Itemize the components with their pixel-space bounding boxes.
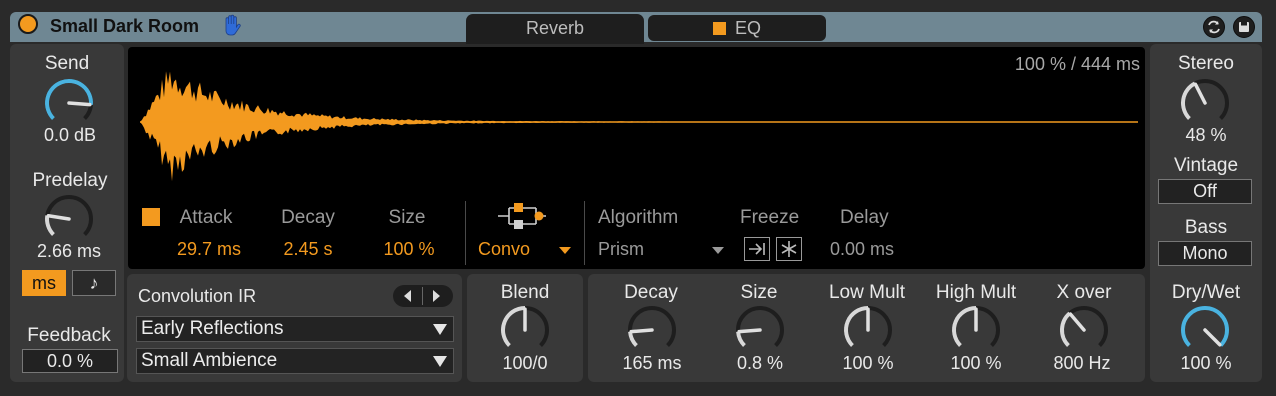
previous-ir-icon[interactable]: [404, 290, 411, 302]
next-ir-icon[interactable]: [433, 290, 440, 302]
attack-label: Attack: [179, 207, 233, 228]
stereo-knob[interactable]: [1176, 75, 1234, 129]
feedback-label: Feedback: [27, 325, 111, 346]
feedback-field[interactable]: 0.0 %: [22, 349, 118, 373]
tab-reverb[interactable]: Reverb: [466, 14, 644, 44]
snowflake-icon: [781, 241, 797, 257]
device-power-button[interactable]: [18, 14, 38, 34]
convolution-ir-label: Convolution IR: [138, 286, 257, 306]
send-label: Send: [44, 53, 90, 74]
tab-eq[interactable]: EQ: [648, 15, 826, 41]
reverb-device: Small Dark Room Reverb EQ Send 0.0 dB Pr…: [0, 0, 1276, 396]
stereo-label: Stereo: [1178, 53, 1234, 74]
send-knob[interactable]: [40, 75, 98, 129]
device-name[interactable]: Small Dark Room: [50, 16, 199, 37]
note-icon: ♪: [89, 273, 99, 293]
predelay-ms-button[interactable]: ms: [22, 270, 66, 296]
decay-label: Decay: [281, 207, 335, 228]
high-mult-label: High Mult: [935, 282, 1017, 303]
ir-file-dropdown[interactable]: Small Ambience: [136, 348, 454, 374]
algorithm-chevron-down-icon[interactable]: [712, 247, 724, 254]
separator: [422, 287, 423, 305]
delay-label: Delay: [840, 207, 889, 228]
ir-category-dropdown[interactable]: Early Reflections: [136, 316, 454, 342]
send-value[interactable]: 0.0 dB: [10, 125, 130, 146]
eq-enable-icon[interactable]: [712, 22, 726, 35]
dry-wet-value[interactable]: 100 %: [1150, 353, 1262, 374]
algorithm-value[interactable]: Prism: [598, 239, 644, 260]
chevron-down-icon: [433, 324, 447, 335]
blend-value[interactable]: 100/0: [467, 353, 583, 374]
predelay-label: Predelay: [32, 170, 108, 191]
diffusion-decay-label: Decay: [624, 282, 678, 303]
freeze-label: Freeze: [740, 207, 800, 228]
blend-knob[interactable]: [496, 302, 554, 356]
delay-value[interactable]: 0.00 ms: [830, 239, 894, 260]
predelay-knob[interactable]: [40, 191, 98, 245]
stereo-value[interactable]: 48 %: [1150, 125, 1262, 146]
swap-icon: [1208, 20, 1220, 34]
predelay-sync-button[interactable]: ♪: [72, 270, 116, 296]
freeze-button[interactable]: [776, 237, 802, 261]
mode-chevron-down-icon[interactable]: [559, 247, 571, 254]
envelope-enable-toggle[interactable]: [142, 208, 160, 226]
blend-label: Blend: [500, 282, 550, 303]
attack-value[interactable]: 29.7 ms: [162, 239, 256, 260]
ir-nav: [393, 285, 453, 307]
vintage-label: Vintage: [1173, 155, 1239, 176]
separator: [584, 201, 585, 265]
ir-category-value: Early Reflections: [141, 318, 284, 339]
xover-value[interactable]: 800 Hz: [1042, 353, 1122, 374]
algorithm-label: Algorithm: [598, 207, 679, 228]
size-value[interactable]: 100 %: [367, 239, 451, 260]
bass-label: Bass: [1184, 217, 1228, 238]
predelay-value[interactable]: 2.66 ms: [10, 241, 128, 262]
impulse-response-waveform: [140, 71, 1138, 182]
freeze-in-button[interactable]: [744, 237, 770, 261]
separator: [465, 201, 466, 265]
waveform-shape: [140, 71, 1138, 182]
xover-knob[interactable]: [1055, 302, 1113, 356]
low-mult-value[interactable]: 100 %: [828, 353, 908, 374]
arrow-into-icon: [749, 243, 765, 255]
chevron-down-icon: [433, 356, 447, 367]
waveform-display: [128, 47, 1145, 269]
save-preset-button[interactable]: [1233, 16, 1255, 38]
mode-value[interactable]: Convo: [478, 239, 540, 260]
save-icon: [1239, 22, 1249, 32]
diffusion-decay-knob[interactable]: [623, 302, 681, 356]
dry-wet-knob[interactable]: [1176, 302, 1234, 356]
vintage-select[interactable]: Off: [1158, 179, 1252, 204]
low-mult-knob[interactable]: [839, 302, 897, 356]
ir-length-readout: 100 % / 444 ms: [1014, 54, 1140, 74]
high-mult-knob[interactable]: [947, 302, 1005, 356]
bass-mono-toggle[interactable]: Mono: [1158, 241, 1252, 266]
diffusion-decay-value[interactable]: 165 ms: [612, 353, 692, 374]
tab-eq-label: EQ: [734, 18, 761, 38]
hot-swap-button[interactable]: [1203, 16, 1225, 38]
decay-value[interactable]: 2.45 s: [268, 239, 348, 260]
dry-wet-label: Dry/Wet: [1171, 282, 1241, 303]
low-mult-label: Low Mult: [828, 282, 906, 303]
hand-icon: [225, 14, 241, 36]
ir-file-value: Small Ambience: [141, 350, 278, 371]
size-label: Size: [388, 207, 426, 228]
high-mult-value[interactable]: 100 %: [936, 353, 1016, 374]
diffusion-size-label: Size: [740, 282, 778, 303]
diffusion-size-value[interactable]: 0.8 %: [720, 353, 800, 374]
diffusion-size-knob[interactable]: [731, 302, 789, 356]
routing-icon: [498, 203, 546, 229]
xover-label: X over: [1056, 282, 1112, 303]
